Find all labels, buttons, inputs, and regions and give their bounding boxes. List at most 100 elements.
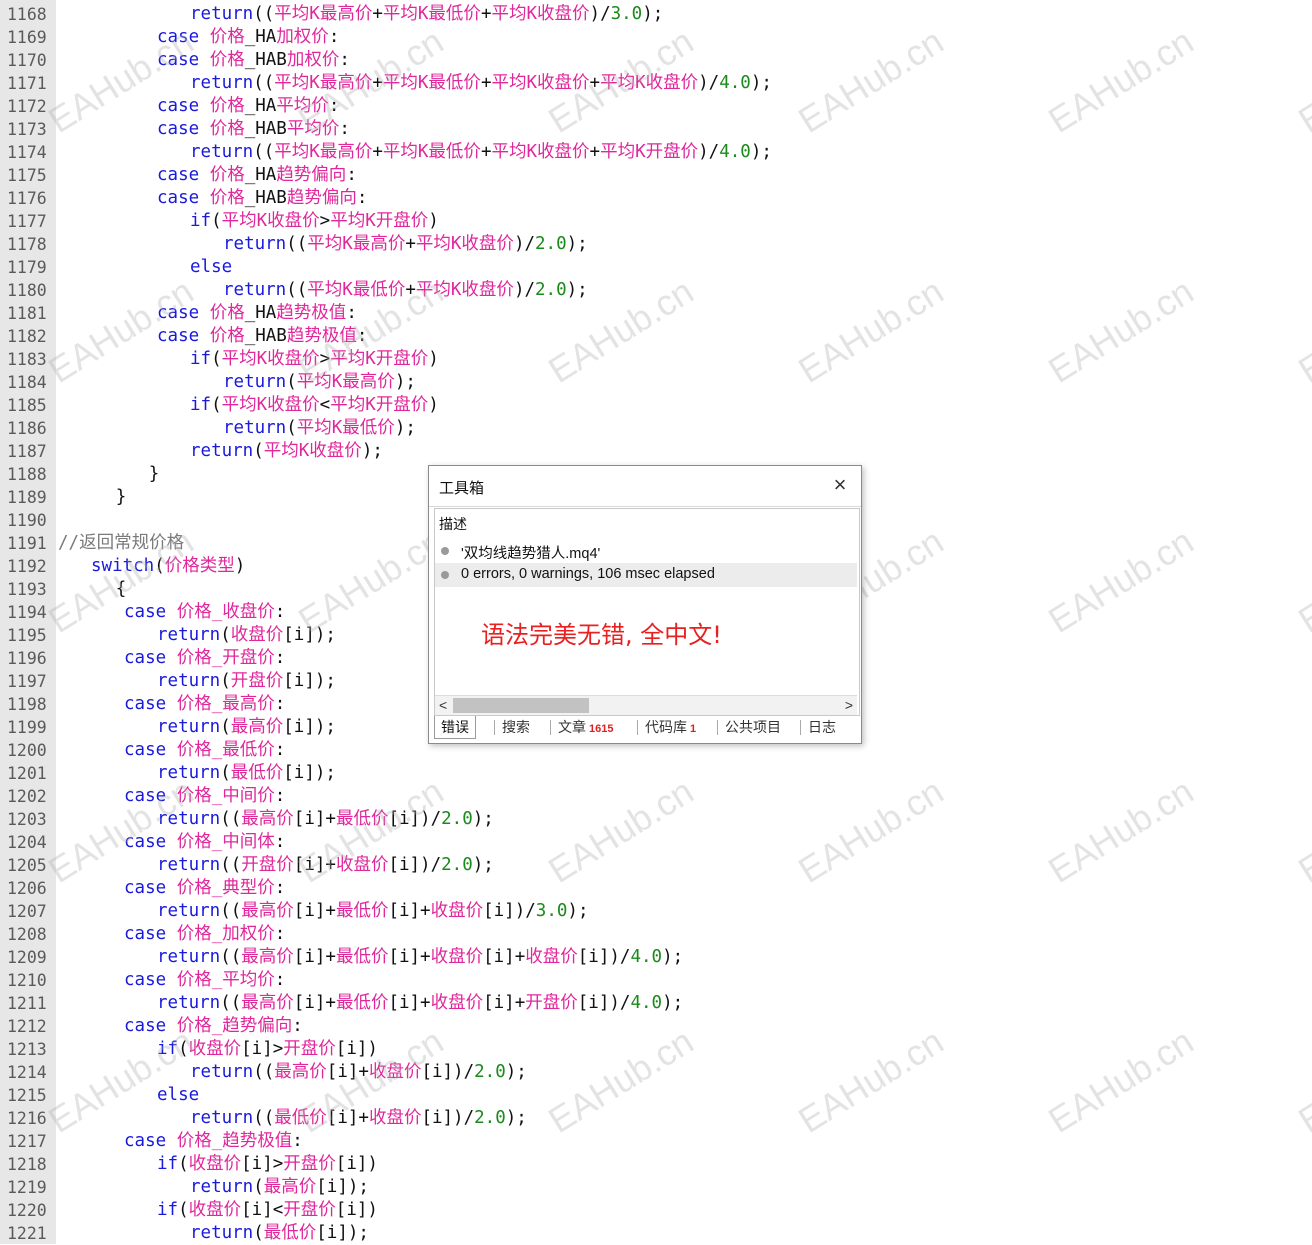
code-token: :	[274, 970, 286, 990]
code-token: 4.0	[719, 142, 751, 162]
code-line[interactable]: 1206 case 价格_典型价:	[0, 877, 1312, 900]
code-line[interactable]: 1220 if(收盘价[i]<开盘价[i])	[0, 1199, 1312, 1222]
code-token: 价格	[209, 27, 245, 47]
code-line[interactable]: 1172 case 价格_HA平均价:	[0, 95, 1312, 118]
code-line[interactable]: 1180 return((平均K最低价+平均K收盘价)/2.0);	[0, 279, 1312, 302]
close-icon[interactable]: ×	[829, 474, 851, 496]
code-line[interactable]: 1212 case 价格_趋势偏向:	[0, 1015, 1312, 1038]
code-token: case	[124, 786, 167, 806]
code-token: 价格_典型价	[176, 878, 275, 898]
code-line[interactable]: 1178 return((平均K最高价+平均K收盘价)/2.0);	[0, 233, 1312, 256]
code-line[interactable]: 1216 return((最低价[i]+收盘价[i])/2.0);	[0, 1107, 1312, 1130]
code-token: (	[253, 1177, 264, 1197]
line-number: 1170	[7, 51, 47, 70]
code-line[interactable]: 1168 return((平均K最高价+平均K最低价+平均K收盘价)/3.0);	[0, 3, 1312, 26]
code-token: +	[589, 73, 601, 93]
code-line[interactable]: 1182 case 价格_HAB趋势极值:	[0, 325, 1312, 348]
column-header-description[interactable]: 描述	[439, 514, 467, 534]
scroll-right-icon[interactable]: >	[845, 696, 853, 715]
code-line[interactable]: 1176 case 价格_HAB趋势偏向:	[0, 187, 1312, 210]
tab-5[interactable]: 日志	[802, 716, 842, 738]
code-line[interactable]: 1203 return((最高价[i]+最低价[i])/2.0);	[0, 808, 1312, 831]
code-text: return(最低价[i]);	[58, 1222, 369, 1245]
line-number: 1198	[7, 695, 47, 714]
code-line[interactable]: 1207 return((最高价[i]+最低价[i]+收盘价[i])/3.0);	[0, 900, 1312, 923]
line-number: 1191	[7, 534, 47, 553]
code-line[interactable]: 1210 case 价格_平均价:	[0, 969, 1312, 992]
code-line[interactable]: 1170 case 价格_HAB加权价:	[0, 49, 1312, 72]
code-line[interactable]: 1169 case 价格_HA加权价:	[0, 26, 1312, 49]
code-line[interactable]: 1187 return(平均K收盘价);	[0, 440, 1312, 463]
code-line[interactable]: 1204 case 价格_中间体:	[0, 831, 1312, 854]
line-number: 1184	[7, 373, 47, 392]
code-line[interactable]: 1174 return((平均K最高价+平均K最低价+平均K收盘价+平均K开盘价)…	[0, 141, 1312, 164]
code-token: 加权价	[286, 50, 340, 70]
code-token: +	[480, 73, 492, 93]
code-line[interactable]: 1171 return((平均K最高价+平均K最低价+平均K收盘价+平均K收盘价)…	[0, 72, 1312, 95]
tab-2[interactable]: 文章 1615	[552, 716, 620, 738]
code-line[interactable]: 1175 case 价格_HA趋势偏向:	[0, 164, 1312, 187]
code-text: case 价格_收盘价:	[58, 601, 285, 624]
list-item[interactable]: 0 errors, 0 warnings, 106 msec elapsed	[435, 563, 857, 587]
code-token: 3.0	[535, 901, 568, 921]
code-line[interactable]: 1202 case 价格_中间价:	[0, 785, 1312, 808]
scrollbar-thumb[interactable]	[453, 698, 589, 713]
code-token: 平均K收盘价	[600, 73, 699, 93]
tab-0[interactable]: 错误	[434, 716, 476, 739]
code-text: return((平均K最高价+平均K收盘价)/2.0);	[58, 233, 588, 256]
code-token: 价格	[209, 50, 245, 70]
code-token: 平均K收盘价	[221, 211, 320, 231]
code-token: );	[394, 372, 416, 392]
code-line[interactable]: 1214 return((最高价[i]+收盘价[i])/2.0);	[0, 1061, 1312, 1084]
code-line[interactable]: 1173 case 价格_HAB平均价:	[0, 118, 1312, 141]
code-text: case 价格_HAB趋势偏向:	[58, 187, 367, 210]
code-line[interactable]: 1185 if(平均K收盘价<平均K开盘价)	[0, 394, 1312, 417]
code-line[interactable]: 1179 else	[0, 256, 1312, 279]
code-line[interactable]: 1208 case 价格_加权价:	[0, 923, 1312, 946]
code-token: 平均K最低价	[296, 418, 395, 438]
toolbox-window[interactable]: 工具箱 × 描述 '双均线趋势猎人.mq4' 0 errors, 0 warni…	[428, 465, 862, 744]
list-item[interactable]: '双均线趋势猎人.mq4'	[435, 539, 857, 563]
tab-1[interactable]: 搜索	[496, 716, 536, 738]
code-token: );	[505, 1062, 527, 1082]
code-token: >	[319, 349, 331, 369]
code-line[interactable]: 1221 return(最低价[i]);	[0, 1222, 1312, 1245]
code-line[interactable]: 1177 if(平均K收盘价>平均K开盘价)	[0, 210, 1312, 233]
code-line[interactable]: 1205 return((开盘价[i]+收盘价[i])/2.0);	[0, 854, 1312, 877]
code-line[interactable]: 1186 return(平均K最低价);	[0, 417, 1312, 440]
scroll-left-icon[interactable]: <	[439, 696, 447, 715]
code-line[interactable]: 1181 case 价格_HA趋势极值:	[0, 302, 1312, 325]
tab-separator	[550, 720, 551, 735]
code-line[interactable]: 1201 return(最低价[i]);	[0, 762, 1312, 785]
tab-3[interactable]: 代码库 1	[639, 716, 702, 738]
code-text: //返回常规价格	[58, 532, 184, 555]
errors-list[interactable]: 描述 '双均线趋势猎人.mq4' 0 errors, 0 warnings, 1…	[434, 508, 860, 716]
horizontal-scrollbar[interactable]: < >	[435, 695, 857, 715]
code-token: [i])	[335, 1039, 378, 1059]
code-token: 4.0	[719, 73, 751, 93]
code-line[interactable]: 1217 case 价格_趋势极值:	[0, 1130, 1312, 1153]
code-token: case	[157, 50, 200, 70]
code-token: 最低价	[335, 947, 389, 967]
code-token: 2.0	[441, 855, 473, 875]
code-token: 平均K最低价	[382, 4, 481, 24]
code-token: [i]+	[326, 1062, 369, 1082]
code-line[interactable]: 1184 return(平均K最高价);	[0, 371, 1312, 394]
code-token: 最高价	[274, 1062, 327, 1082]
code-line[interactable]: 1183 if(平均K收盘价>平均K开盘价)	[0, 348, 1312, 371]
code-line[interactable]: 1213 if(收盘价[i]>开盘价[i])	[0, 1038, 1312, 1061]
code-line[interactable]: 1209 return((最高价[i]+最低价[i]+收盘价[i]+收盘价[i])…	[0, 946, 1312, 969]
code-line[interactable]: 1219 return(最高价[i]);	[0, 1176, 1312, 1199]
code-token: 最高价	[241, 901, 294, 921]
code-token: [i]);	[283, 717, 336, 737]
code-line[interactable]: 1215 else	[0, 1084, 1312, 1107]
code-token: return	[157, 717, 221, 737]
tab-4[interactable]: 公共项目	[719, 716, 787, 738]
code-line[interactable]: 1218 if(收盘价[i]>开盘价[i])	[0, 1153, 1312, 1176]
code-token: (	[286, 372, 297, 392]
code-token: (	[253, 441, 264, 461]
code-text: return(平均K最低价);	[58, 417, 416, 440]
code-token: <	[319, 395, 331, 415]
code-line[interactable]: 1211 return((最高价[i]+最低价[i]+收盘价[i]+开盘价[i])…	[0, 992, 1312, 1015]
toolbox-titlebar[interactable]: 工具箱 ×	[429, 466, 861, 507]
